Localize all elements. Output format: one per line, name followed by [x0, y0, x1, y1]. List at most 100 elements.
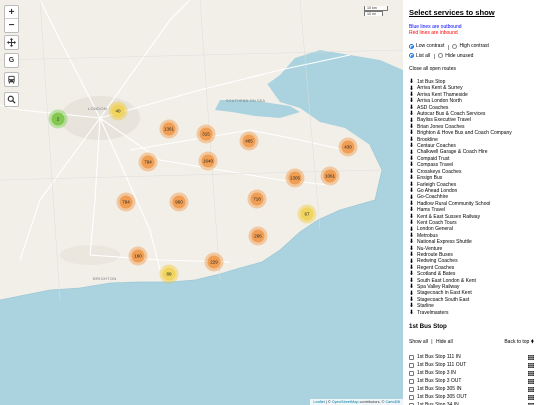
cluster-marker[interactable]: 229 [204, 252, 224, 272]
stop-item: 1st Bus Stop 305 IN [409, 385, 534, 393]
radio-unselected [438, 53, 444, 58]
cluster-marker[interactable]: 190 [128, 246, 148, 266]
cluster-marker[interactable]: 718 [247, 189, 267, 209]
timetable-icon[interactable] [528, 370, 534, 376]
stop-item: 1st Bus Stop 3 IN [409, 369, 534, 377]
stop-item: 1st Bus Stop 111 OUT [409, 361, 534, 369]
radio-unselected [452, 43, 458, 49]
arrow-down-icon: ⬇ [409, 245, 415, 252]
stop-checkbox[interactable] [409, 362, 414, 368]
bus-control [4, 72, 19, 87]
arrow-down-icon: ⬇ [409, 104, 415, 111]
cluster-marker[interactable]: 794 [116, 192, 136, 212]
hide-unused-radio[interactable]: Hide unused [438, 52, 473, 60]
cluster-marker[interactable]: 266 [248, 226, 268, 246]
locate-icon [7, 38, 16, 47]
list-all-label: List all [416, 52, 431, 59]
cluster-marker[interactable]: 315 [196, 124, 216, 144]
carto-link[interactable]: CartoDB [385, 400, 400, 404]
zoom-out-button[interactable]: − [5, 19, 18, 32]
arrow-down-icon: ⬇ [409, 309, 415, 316]
cluster-marker[interactable]: 1061 [320, 166, 340, 186]
arrow-down-icon: ⬇ [409, 117, 415, 124]
cluster-marker[interactable]: 89 [159, 264, 179, 284]
arrow-down-icon: ⬇ [409, 277, 415, 284]
cluster-marker[interactable]: 40 [108, 101, 128, 121]
stop-checkbox[interactable] [409, 370, 414, 376]
close-all-routes-link[interactable]: Close all open routes [409, 66, 534, 72]
cluster-count: 67 [300, 207, 314, 221]
sidebar: Select services to show Blue lines are o… [403, 0, 540, 405]
high-contrast-radio[interactable]: High contrast [452, 42, 489, 50]
bus-button[interactable] [5, 73, 18, 86]
place-label-london: LONDON [88, 106, 107, 111]
timetable-icon[interactable] [528, 362, 534, 368]
cluster-count: 794 [141, 155, 155, 169]
stop-item: 1st Bus Stop 3 OUT [409, 377, 534, 385]
cluster-count: 229 [207, 255, 221, 269]
stop-checkbox[interactable] [409, 394, 414, 400]
cluster-marker[interactable]: 2 [48, 109, 68, 129]
arrow-down-icon: ⬇ [409, 168, 415, 175]
osm-link[interactable]: OpenStreetMap [332, 400, 359, 404]
cluster-marker[interactable]: 430 [338, 137, 358, 157]
arrow-down-icon: ⬇ [409, 130, 415, 137]
operator-item[interactable]: ⬇ Travelmasters [409, 310, 534, 316]
bus-icon [8, 75, 15, 84]
sidebar-title: Select services to show [409, 8, 495, 17]
cluster-marker[interactable]: 1640 [198, 151, 218, 171]
arrow-down-icon: ⬇ [409, 220, 415, 227]
cluster-count: 2 [51, 112, 65, 126]
stop-label: 1st Bus Stop 305 IN [417, 386, 462, 393]
cluster-marker[interactable]: 67 [297, 204, 317, 224]
cluster-count: 1640 [201, 154, 215, 168]
section-title: 1st Bus Stop [409, 323, 447, 331]
stop-item: 1st Bus Stop 34 IN [409, 401, 534, 405]
map-view[interactable]: LONDON SOUTHEND ON SEA BRIGHTON + − G 10… [0, 0, 403, 405]
arrow-down-icon: ⬇ [409, 258, 415, 265]
arrow-down-icon: ⬇ [409, 207, 415, 214]
show-all-link[interactable]: Show all [409, 339, 428, 345]
back-to-top-link[interactable]: Back to top 🠝 [504, 339, 534, 347]
timetable-icon[interactable] [528, 378, 534, 384]
cluster-count: 1305 [288, 171, 302, 185]
arrow-down-icon: ⬇ [409, 226, 415, 233]
cluster-count: 266 [251, 229, 265, 243]
inbound-note: Red lines are inbound [409, 30, 458, 36]
separator: | [447, 44, 450, 51]
locate-button[interactable] [5, 36, 18, 49]
stop-checkbox[interactable] [409, 354, 414, 360]
scale-mi: 10 mi [364, 11, 383, 16]
low-contrast-radio[interactable]: Low contrast [409, 42, 444, 50]
timetable-icon[interactable] [528, 386, 534, 392]
timetable-icon[interactable] [528, 394, 534, 400]
search-control [4, 92, 19, 107]
radio-selected [409, 53, 414, 58]
hide-all-link[interactable]: Hide all [436, 339, 453, 345]
hide-unused-label: Hide unused [445, 52, 474, 59]
list-all-radio[interactable]: List all [409, 52, 430, 60]
arrow-down-icon: ⬇ [409, 194, 415, 201]
cluster-marker[interactable]: 1361 [159, 119, 179, 139]
stop-label: 1st Bus Stop 34 IN [417, 401, 459, 405]
cluster-marker[interactable]: 465 [239, 131, 259, 151]
cluster-marker[interactable]: 1305 [285, 168, 305, 188]
search-button[interactable] [5, 93, 18, 106]
cluster-marker[interactable]: 794 [138, 152, 158, 172]
cluster-marker[interactable]: 960 [169, 192, 189, 212]
contrast-options: Low contrast | High contrast List all | … [409, 42, 534, 61]
arrow-down-icon: ⬇ [409, 290, 415, 297]
timetable-icon[interactable] [528, 354, 534, 360]
high-contrast-label: High contrast [459, 43, 489, 49]
cluster-count: 315 [199, 127, 213, 141]
google-button[interactable]: G [5, 54, 18, 67]
zoom-in-button[interactable]: + [5, 6, 18, 19]
arrow-down-icon: ⬇ [409, 271, 415, 278]
stop-checkbox[interactable] [409, 378, 414, 384]
show-hide-row: Show all | Hide all Back to top 🠝 [409, 339, 534, 347]
map-attribution: Leaflet | © OpenStreetMap contributors, … [310, 399, 403, 405]
stop-checkbox[interactable] [409, 386, 414, 392]
stop-label: 1st Bus Stop 111 IN [417, 354, 461, 361]
cluster-count: 960 [172, 195, 186, 209]
leaflet-link[interactable]: Leaflet [313, 400, 324, 404]
